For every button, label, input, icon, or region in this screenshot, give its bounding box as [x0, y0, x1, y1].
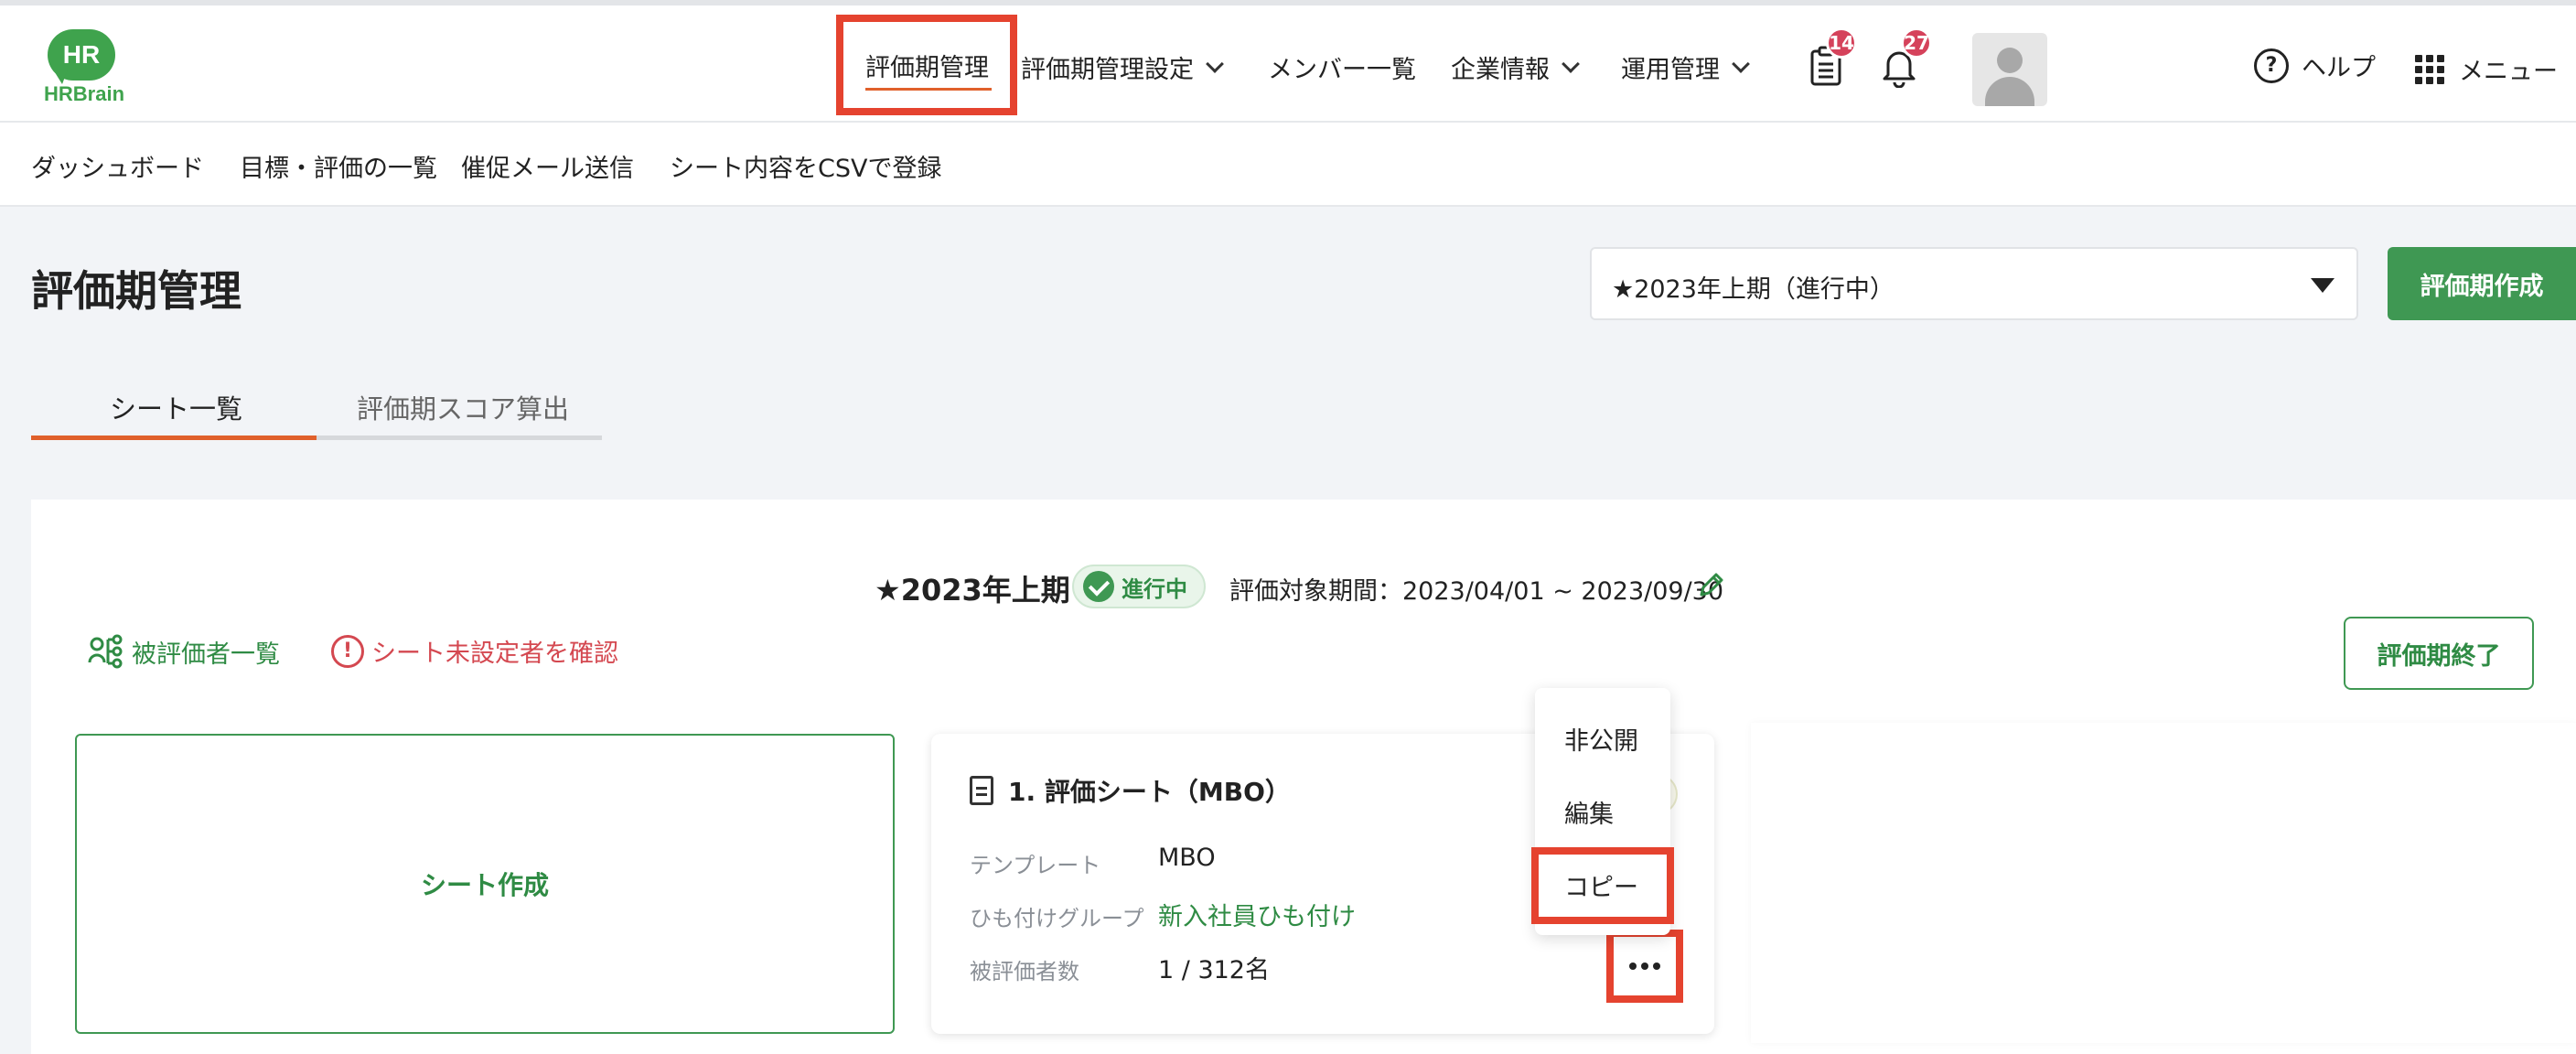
document-icon [970, 776, 993, 805]
subnav-reminder-mail[interactable]: 催促メール送信 [461, 148, 634, 184]
group-label: ひも付けグループ [970, 906, 1144, 931]
menu-item-edit[interactable]: 編集 [1564, 794, 1614, 830]
notifications-button[interactable]: 27 [1881, 27, 1932, 91]
highlight-box-nav [836, 15, 1017, 115]
tab-active-indicator [31, 436, 317, 440]
nav-member-list[interactable]: メンバー一覧 [1268, 49, 1416, 85]
logo-word: HRBrain [44, 82, 125, 105]
caret-down-icon [2311, 278, 2334, 293]
end-period-button[interactable]: 評価期終了 [2344, 617, 2534, 690]
unset-sheet-link[interactable]: ! シート未設定者を確認 [331, 633, 618, 669]
check-circle-icon [1083, 571, 1114, 602]
tab-sheet-list[interactable]: シート一覧 [110, 388, 242, 426]
chevron-down-icon [1206, 54, 1224, 73]
create-period-button[interactable]: 評価期作成 [2388, 247, 2576, 320]
group-value-link[interactable]: 新入社員ひも付け [1158, 897, 1356, 932]
nav-company-info[interactable]: 企業情報 [1451, 49, 1580, 85]
highlight-box-more [1606, 930, 1683, 1003]
period-select[interactable]: ★2023年上期（進行中） [1590, 247, 2358, 320]
question-circle-icon: ? [2254, 48, 2289, 83]
tab-period-score[interactable]: 評価期スコア算出 [357, 388, 569, 426]
sheet-title: 1. 評価シート（MBO） [970, 772, 1291, 809]
org-tree-icon [88, 634, 123, 669]
notifications-badge: 27 [1901, 27, 1932, 59]
user-avatar[interactable] [1972, 33, 2047, 106]
warning-circle-icon: ! [331, 634, 364, 668]
status-badge: 進行中 [1072, 565, 1206, 608]
page-title: 評価期管理 [31, 266, 242, 316]
nav-evaluation-settings[interactable]: 評価期管理設定 [1021, 49, 1224, 85]
nav-operations[interactable]: 運用管理 [1621, 49, 1750, 85]
evaluatee-list-link[interactable]: 被評価者一覧 [88, 633, 280, 670]
period-select-value: ★2023年上期（進行中） [1612, 275, 1894, 304]
evaluation-range: 評価対象期間：2023/04/01 ~ 2023/09/30 [1229, 577, 1724, 606]
hrbrain-logo[interactable]: HR HRBrain [44, 26, 125, 105]
chevron-down-icon [1732, 54, 1750, 73]
evaluatee-count-label: 被評価者数 [970, 959, 1079, 984]
template-value: MBO [1158, 844, 1216, 872]
highlight-box-copy [1531, 847, 1674, 924]
menu-item-unpublish[interactable]: 非公開 [1564, 721, 1638, 757]
subnav-csv-import[interactable]: シート内容をCSVで登録 [670, 148, 941, 184]
sub-navigation: ダッシュボード 目標・評価の一覧 催促メール送信 シート内容をCSVで登録 [0, 123, 2576, 207]
evaluatee-count-value: 1 / 312名 [1158, 956, 1270, 984]
help-link[interactable]: ? ヘルプ [2254, 48, 2376, 83]
chevron-down-icon [1562, 54, 1580, 73]
grid-icon [2415, 54, 2444, 84]
top-header: HR HRBrain 評価期管理 評価期管理設定 メンバー一覧 企業情報 運用管… [0, 0, 2576, 123]
tab-track [317, 436, 602, 440]
template-label: テンプレート [970, 853, 1101, 878]
tasks-badge: 14 [1826, 27, 1857, 59]
pencil-icon[interactable] [1696, 569, 1727, 600]
tasks-button[interactable]: 14 [1809, 27, 1857, 90]
menu-button[interactable]: メニュー [2415, 51, 2558, 87]
create-sheet-button[interactable]: シート作成 [75, 734, 895, 1034]
subnav-goals-list[interactable]: 目標・評価の一覧 [240, 148, 437, 184]
period-name: ★2023年上期 [875, 573, 1070, 608]
subnav-dashboard[interactable]: ダッシュボード [31, 148, 204, 184]
empty-card-slot [1751, 723, 2576, 1043]
